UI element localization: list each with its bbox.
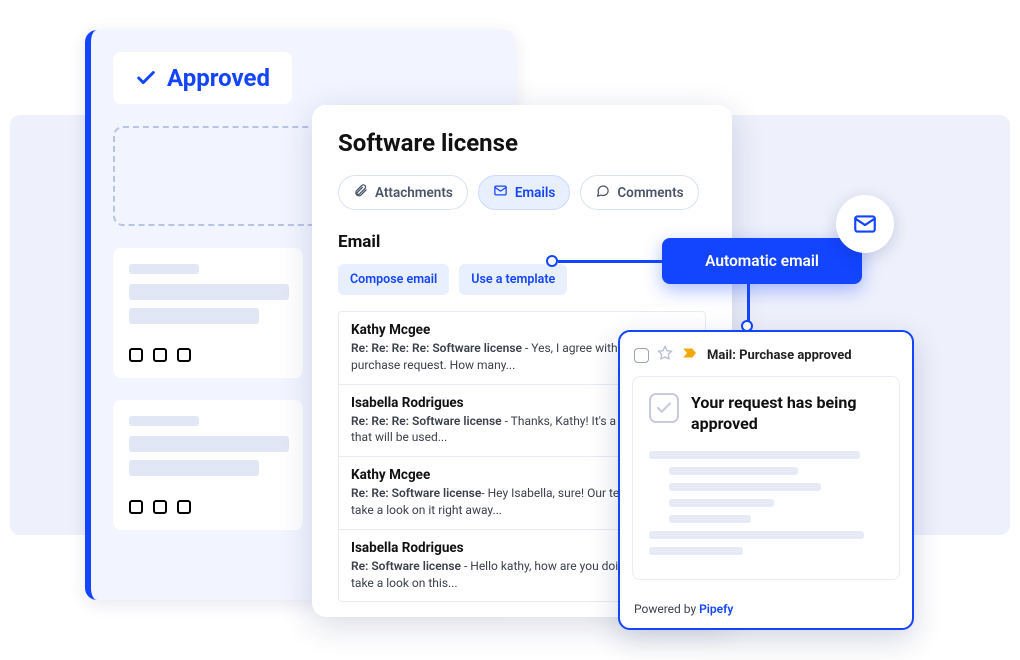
email-subject: Re: Software license bbox=[351, 559, 461, 573]
checkbox-icon[interactable] bbox=[634, 348, 649, 363]
powered-prefix: Powered by bbox=[634, 602, 699, 616]
email-preview-card: Mail: Purchase approved Your request has… bbox=[618, 330, 914, 630]
automatic-email-callout: Automatic email bbox=[662, 238, 862, 284]
panel-title: Software license bbox=[338, 129, 706, 157]
email-subject: Re: Re: Re: Re: Software license bbox=[351, 341, 522, 355]
tag-dot bbox=[177, 348, 191, 362]
powered-brand: Pipefy bbox=[699, 602, 733, 616]
tab-label: Comments bbox=[617, 185, 683, 201]
comment-icon bbox=[595, 183, 610, 202]
skeleton-bar bbox=[129, 436, 289, 452]
tab-comments[interactable]: Comments bbox=[580, 175, 698, 210]
column-header: Approved bbox=[113, 52, 292, 104]
email-subject: Re: Re: Software license bbox=[351, 486, 481, 500]
skeleton-bar bbox=[129, 460, 259, 476]
tag-dot bbox=[153, 348, 167, 362]
tab-emails[interactable]: Emails bbox=[478, 175, 571, 210]
mail-bubble-icon bbox=[836, 195, 894, 253]
email-preview-subject: Mail: Purchase approved bbox=[707, 348, 852, 363]
skeleton-bar bbox=[129, 416, 199, 426]
card-placeholder[interactable] bbox=[113, 248, 303, 378]
tag-dot bbox=[129, 500, 143, 514]
mail-icon bbox=[493, 183, 508, 202]
label-arrow-icon bbox=[681, 344, 699, 366]
connector-line bbox=[747, 284, 750, 324]
email-preview-body: Your request has being approved bbox=[632, 376, 900, 580]
card-placeholder[interactable] bbox=[113, 400, 303, 530]
skeleton-bar bbox=[129, 264, 199, 274]
tag-dot bbox=[153, 500, 167, 514]
tab-row: Attachments Emails Comments bbox=[338, 175, 706, 210]
section-label-email: Email bbox=[338, 232, 706, 252]
connector-line bbox=[558, 260, 666, 263]
tag-dot bbox=[177, 500, 191, 514]
use-template-button[interactable]: Use a template bbox=[459, 264, 567, 295]
callout-label: Automatic email bbox=[705, 252, 819, 270]
powered-by-footer: Powered by Pipefy bbox=[620, 592, 912, 628]
email-preview-title: Your request has being approved bbox=[691, 393, 883, 435]
skeleton-bar bbox=[129, 284, 289, 300]
connector-node-icon bbox=[546, 255, 558, 267]
skeleton-bar bbox=[129, 308, 259, 324]
email-body-skeleton bbox=[649, 451, 883, 555]
approved-check-icon bbox=[649, 393, 679, 423]
tab-label: Emails bbox=[515, 185, 556, 201]
check-icon bbox=[135, 67, 157, 89]
email-subject: Re: Re: Re: Software license bbox=[351, 414, 502, 428]
tab-label: Attachments bbox=[375, 185, 453, 201]
paperclip-icon bbox=[353, 183, 368, 202]
column-title: Approved bbox=[167, 64, 270, 92]
tab-attachments[interactable]: Attachments bbox=[338, 175, 468, 210]
compose-email-button[interactable]: Compose email bbox=[338, 264, 449, 295]
star-icon[interactable] bbox=[657, 345, 673, 365]
tag-dot bbox=[129, 348, 143, 362]
email-actions: Compose email Use a template bbox=[338, 264, 706, 295]
email-preview-header: Mail: Purchase approved bbox=[620, 332, 912, 376]
